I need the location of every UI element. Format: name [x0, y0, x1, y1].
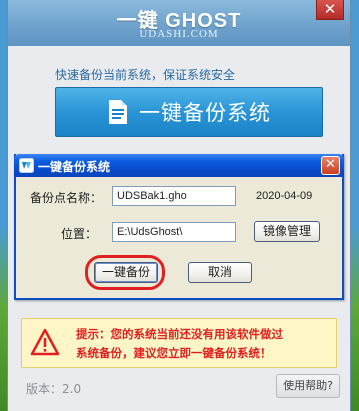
- app-header: 一键 GHOST UDASHI.COM ✕: [8, 0, 350, 46]
- app-close-button[interactable]: ✕: [316, 0, 344, 20]
- backup-name-field[interactable]: UDSBak1.gho: [112, 186, 236, 206]
- dialog-title: 一键备份系统: [38, 160, 111, 174]
- main-button-label: 一键备份系统: [139, 101, 271, 125]
- tip-text-line-1: 提示：您的系统当前还没有用该软件做过: [76, 327, 283, 341]
- one-click-backup-main-button[interactable]: 一键备份系统: [55, 87, 323, 137]
- backup-dialog: 一键备份系统 ✕ 备份点名称： UDSBak1.gho 2020-04-09 位…: [14, 154, 344, 300]
- warning-tip-box: 提示：您的系统当前还没有用该软件做过 系统备份，建议您立即一键备份系统！: [21, 318, 337, 368]
- app-subtitle: UDASHI.COM: [139, 28, 219, 40]
- version-label: 版本：2.0: [26, 382, 82, 396]
- app-tagline: 快速备份当前系统，保证系统安全: [55, 68, 236, 82]
- dialog-titlebar: 一键备份系统 ✕: [14, 154, 344, 177]
- tip-text-line-2: 系统备份，建议您立即一键备份系统！: [76, 346, 272, 360]
- app-small-icon: [19, 158, 34, 173]
- location-field[interactable]: E:\UdsGhost\: [112, 222, 236, 242]
- document-icon: [107, 99, 129, 125]
- help-button[interactable]: 使用帮助?: [276, 374, 340, 398]
- dialog-close-button[interactable]: ✕: [321, 156, 340, 175]
- backup-date: 2020-04-09: [256, 190, 313, 202]
- desktop-edge-right: [351, 0, 359, 411]
- mirror-management-button[interactable]: 镜像管理: [254, 221, 320, 242]
- location-label: 位置：: [61, 227, 98, 241]
- cancel-button[interactable]: 取消: [188, 262, 252, 283]
- warning-triangle-icon: [30, 328, 60, 356]
- backup-name-label: 备份点名称：: [30, 191, 103, 205]
- one-click-backup-button[interactable]: 一键备份: [94, 262, 158, 283]
